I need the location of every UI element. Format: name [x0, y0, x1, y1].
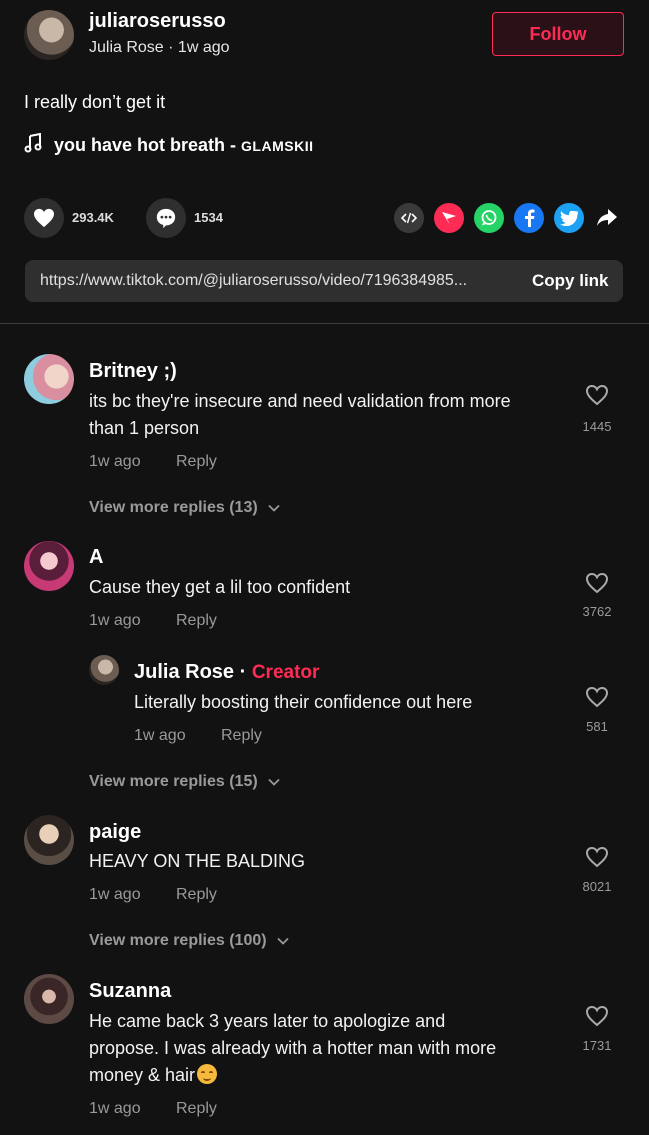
embed-button[interactable] — [394, 203, 424, 233]
comment-like-button[interactable] — [585, 384, 609, 411]
reply-like-count: 581 — [586, 719, 608, 734]
reply-author-avatar[interactable] — [89, 655, 119, 685]
commenter-name[interactable]: Britney ;) — [89, 360, 177, 383]
twitter-icon — [560, 210, 578, 226]
whatsapp-icon — [481, 210, 497, 226]
heart-outline-icon — [585, 384, 609, 406]
view-more-label: View more replies (15) — [89, 773, 258, 790]
post-link-text[interactable]: https://www.tiktok.com/@juliaroserusso/v… — [40, 272, 510, 290]
chevron-down-icon — [268, 778, 280, 786]
post-caption: I really don’t get it — [24, 92, 166, 112]
reply-author-line: Julia Rose · Creator — [134, 661, 319, 684]
speech-bubble-icon — [156, 208, 176, 229]
meta-separator: · — [163, 39, 178, 56]
like-count: 293.4K — [72, 210, 114, 225]
share-more-button[interactable] — [596, 208, 620, 230]
view-more-replies[interactable]: View more replies (15) — [89, 773, 280, 791]
creator-badge: Creator — [251, 662, 320, 683]
heart-outline-icon — [585, 846, 609, 868]
like-button[interactable] — [24, 198, 64, 238]
comment-button[interactable] — [146, 198, 186, 238]
comment-like-button[interactable] — [585, 572, 609, 599]
twitter-share-button[interactable] — [554, 203, 584, 233]
reply-button[interactable]: Reply — [176, 453, 217, 471]
comment-text: HEAVY ON THE BALDING — [89, 848, 305, 875]
chevron-down-icon — [268, 504, 280, 512]
commenter-avatar[interactable] — [24, 974, 74, 1024]
section-divider — [0, 323, 649, 324]
comment-line: its bc they're insecure and need validat… — [89, 391, 511, 411]
comment-line: money & hair — [89, 1065, 196, 1085]
post-author-display-name: Julia Rose — [89, 39, 164, 56]
reply-author-name[interactable]: Julia Rose — [134, 661, 234, 683]
comment-text: He came back 3 years later to apologize … — [89, 1008, 496, 1089]
reply-like-button[interactable] — [585, 686, 609, 713]
music-row[interactable]: you have hot breath - GLAMSKII — [24, 132, 314, 158]
reply-button[interactable]: Reply — [176, 1100, 217, 1118]
comment-text: its bc they're insecure and need validat… — [89, 388, 511, 442]
chevron-down-icon — [277, 937, 289, 945]
code-icon — [401, 212, 417, 224]
post-author-username[interactable]: juliaroserusso — [89, 10, 226, 33]
share-arrow-icon — [597, 209, 617, 226]
heart-outline-icon — [585, 686, 609, 708]
facebook-share-button[interactable] — [514, 203, 544, 233]
comment-line: He came back 3 years later to apologize … — [89, 1011, 446, 1031]
follow-button[interactable]: Follow — [492, 12, 624, 56]
comment-count: 1534 — [194, 210, 223, 225]
reply-time: 1w ago — [134, 727, 186, 744]
comment-like-count: 1445 — [582, 419, 612, 434]
comment-line: propose. I was already with a hotter man… — [89, 1038, 497, 1058]
relieved-face-emoji — [197, 1064, 218, 1084]
post-author-avatar[interactable] — [24, 10, 74, 60]
view-more-label: View more replies (13) — [89, 499, 258, 516]
reply-button[interactable]: Reply — [176, 612, 217, 630]
heart-outline-icon — [585, 572, 609, 594]
comment-text: Cause they get a lil too confident — [89, 574, 350, 601]
comment-time: 1w ago — [89, 612, 141, 629]
comment-like-count: 8021 — [582, 879, 612, 894]
whatsapp-share-button[interactable] — [474, 203, 504, 233]
comment-like-count: 3762 — [582, 604, 612, 619]
facebook-icon — [525, 209, 535, 227]
commenter-avatar[interactable] — [24, 354, 74, 404]
comment-line-with-emoji: money & hair — [89, 1062, 496, 1089]
commenter-avatar[interactable] — [24, 541, 74, 591]
music-artist: GLAMSKII — [241, 137, 314, 154]
view-more-label: View more replies (100) — [89, 932, 267, 949]
post-link-bar: https://www.tiktok.com/@juliaroserusso/v… — [25, 260, 623, 302]
post-time: 1w ago — [177, 39, 230, 56]
music-title: you have hot breath - — [54, 135, 242, 155]
send-icon — [442, 212, 456, 225]
comment-time: 1w ago — [89, 886, 141, 903]
comment-time: 1w ago — [89, 453, 141, 470]
comment-line: Cause they get a lil too confident — [89, 577, 351, 597]
view-more-replies[interactable]: View more replies (13) — [89, 499, 280, 517]
heart-icon — [34, 208, 54, 228]
post-author-meta: Julia Rose · 1w ago — [89, 39, 230, 57]
reply-button[interactable]: Reply — [176, 886, 217, 904]
view-more-replies[interactable]: View more replies (100) — [89, 932, 289, 950]
reply-button[interactable]: Reply — [221, 727, 262, 745]
meta-separator: · — [234, 661, 252, 683]
commenter-avatar[interactable] — [24, 815, 74, 865]
commenter-name[interactable]: A — [89, 546, 103, 569]
comment-like-button[interactable] — [585, 1005, 609, 1032]
send-to-friends-button[interactable] — [434, 203, 464, 233]
reply-text: Literally boosting their confidence out … — [134, 692, 473, 712]
comment-line: HEAVY ON THE BALDING — [89, 851, 306, 871]
comment-time: 1w ago — [89, 1100, 141, 1117]
comment-like-count: 1731 — [582, 1038, 612, 1053]
comment-line: than 1 person — [89, 418, 200, 438]
comment-like-button[interactable] — [585, 846, 609, 873]
copy-link-button[interactable]: Copy link — [532, 271, 609, 291]
commenter-name[interactable]: paige — [89, 821, 141, 844]
commenter-name[interactable]: Suzanna — [89, 980, 171, 1003]
music-note-icon — [24, 132, 42, 158]
heart-outline-icon — [585, 1005, 609, 1027]
